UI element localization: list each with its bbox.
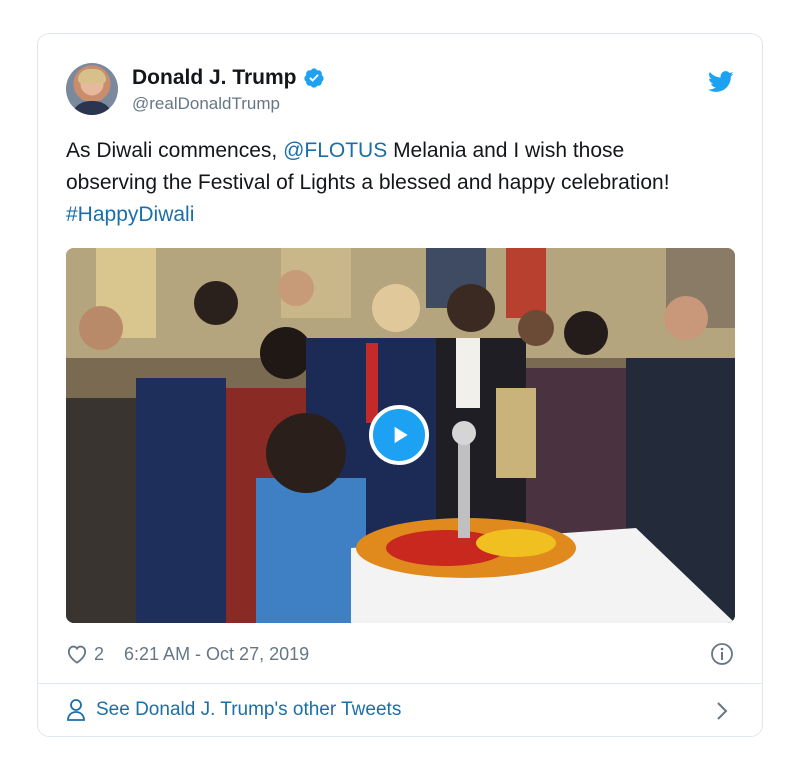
play-icon [394, 426, 408, 444]
heart-icon[interactable] [66, 644, 88, 664]
see-other-tweets-link[interactable]: See Donald J. Trump's other Tweets [66, 693, 734, 727]
mention-link[interactable]: @FLOTUS [283, 139, 387, 162]
avatar[interactable] [66, 63, 118, 115]
see-other-tweets-label[interactable]: See Donald J. Trump's other Tweets [96, 699, 401, 721]
author-handle[interactable]: @realDonaldTrump [132, 94, 280, 114]
verified-badge-icon [303, 67, 325, 89]
video-media[interactable] [66, 248, 735, 623]
twitter-bird-icon[interactable] [708, 71, 734, 93]
tweet-card[interactable]: Donald J. Trump @realDonaldTrump As Diwa… [37, 33, 763, 737]
tweet-text-part1: As Diwali commences, [66, 139, 284, 162]
play-button[interactable] [369, 405, 429, 465]
like-count[interactable]: 2 [94, 644, 104, 665]
person-icon [66, 698, 86, 722]
tweet-timestamp[interactable]: 6:21 AM - Oct 27, 2019 [124, 644, 309, 665]
author-name-row[interactable]: Donald J. Trump [132, 66, 325, 90]
hashtag-link[interactable]: #HappyDiwali [66, 203, 194, 226]
chevron-right-icon[interactable] [716, 701, 728, 721]
divider [38, 683, 762, 684]
author-name[interactable]: Donald J. Trump [132, 66, 297, 90]
tweet-header: Donald J. Trump @realDonaldTrump [66, 63, 734, 119]
info-icon[interactable] [710, 642, 734, 666]
tweet-text: As Diwali commences, @FLOTUS Melania and… [66, 135, 716, 231]
tweet-meta: 2 6:21 AM - Oct 27, 2019 [66, 640, 734, 668]
